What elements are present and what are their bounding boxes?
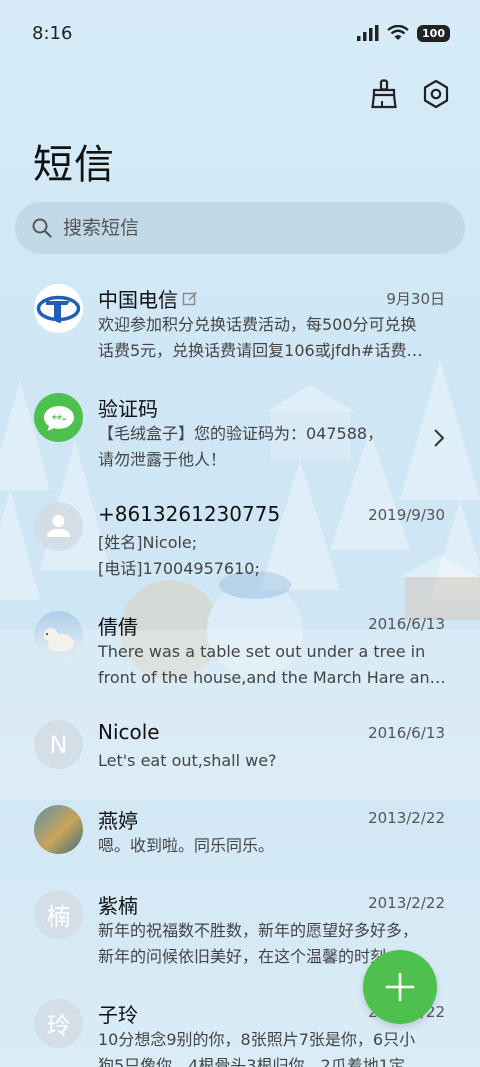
brush-icon xyxy=(371,79,397,109)
header-actions xyxy=(368,78,452,110)
new-message-button[interactable] xyxy=(363,950,437,1024)
search-bar[interactable] xyxy=(15,202,465,254)
contact-name-text: +8613261230775 xyxy=(98,502,281,526)
contact-name-text: 子玲 xyxy=(98,1003,138,1027)
svg-text:**-: **- xyxy=(51,414,66,425)
contact-name: 子玲 xyxy=(98,999,138,1028)
preview-line: 欢迎参加积分兑换话费活动，每500分可兑换 xyxy=(98,315,417,334)
status-bar: 8:16 100 xyxy=(0,0,480,66)
letter-avatar: 玲 xyxy=(34,999,83,1048)
preview-line: 话费5元，兑换话费请回复106或jfdh#话费… xyxy=(98,341,423,360)
message-preview: 【毛绒盒子】您的验证码为：047588， 请勿泄露于他人！ xyxy=(98,421,448,473)
landscape-photo xyxy=(34,805,83,854)
message-preview: [姓名]Nicole; [电话]17004957610; xyxy=(98,530,448,582)
contact-name-text: 燕婷 xyxy=(98,809,138,833)
plus-icon xyxy=(385,972,415,1002)
search-input[interactable] xyxy=(63,217,443,239)
message-preview: There was a table set out under a tree i… xyxy=(98,639,448,691)
contact-name: 验证码 xyxy=(98,393,158,422)
status-time: 8:16 xyxy=(32,22,73,44)
contact-name-text: 倩倩 xyxy=(98,615,138,639)
contact-name: Nicole xyxy=(98,720,160,744)
settings-hexagon-icon xyxy=(423,79,449,109)
letter-avatar: 楠 xyxy=(34,890,83,939)
preview-line: [姓名]Nicole; xyxy=(98,533,198,552)
preview-line: 请勿泄露于他人！ xyxy=(98,450,227,469)
battery-indicator: 100 xyxy=(417,24,450,42)
message-date: 2013/2/22 xyxy=(368,809,445,827)
preview-line: 狗5只像你，4根骨头3根归你，2爪着地1定… xyxy=(98,1056,421,1067)
message-date: 2016/6/13 xyxy=(368,724,445,742)
contact-name-text: Nicole xyxy=(98,720,160,744)
status-icons: 100 xyxy=(357,24,450,42)
china-telecom-logo xyxy=(34,284,83,333)
preview-line: 【毛绒盒子】您的验证码为：047588， xyxy=(98,424,384,443)
contact-name: 紫楠 xyxy=(98,890,138,919)
message-date: 2016/6/13 xyxy=(368,615,445,633)
conversation-row[interactable]: **- 验证码 【毛绒盒子】您的验证码为：047588， 请勿泄露于他人！ xyxy=(0,377,480,486)
contact-name-text: 验证码 xyxy=(98,397,158,421)
contact-name: 倩倩 xyxy=(98,611,138,640)
settings-button[interactable] xyxy=(420,78,452,110)
page-title: 短信 xyxy=(33,142,115,188)
signal-icon xyxy=(357,25,379,41)
conversation-row[interactable]: 中国电信 9月30日 欢迎参加积分兑换话费活动，每500分可兑换 话费5元，兑换… xyxy=(0,268,480,377)
conversation-row[interactable]: 倩倩 2016/6/13 There was a table set out u… xyxy=(0,595,480,704)
message-date: 2013/2/22 xyxy=(368,894,445,912)
message-date: 2019/9/30 xyxy=(368,506,445,524)
wifi-icon xyxy=(387,25,409,40)
preview-line: There was a table set out under a tree i… xyxy=(98,642,426,661)
conversation-row[interactable]: N Nicole 2016/6/13 Let's eat out,shall w… xyxy=(0,704,480,789)
preview-line: front of the house,and the March Hare an… xyxy=(98,668,446,687)
preview-line: 嗯。收到啦。同乐同乐。 xyxy=(98,836,275,855)
polar-bear-photo xyxy=(34,611,83,660)
preview-line: 新年的祝福数不胜数，新年的愿望好多好多， xyxy=(98,921,419,940)
person-icon xyxy=(34,502,83,551)
contact-name-text: 紫楠 xyxy=(98,894,138,918)
contact-name: 燕婷 xyxy=(98,805,138,834)
search-icon xyxy=(32,218,52,238)
preview-line: 10分想念9别的你，8张照片7张是你，6只小 xyxy=(98,1030,416,1049)
message-bubble-icon: **- xyxy=(34,393,83,442)
edit-icon xyxy=(182,291,197,305)
clean-brush-button[interactable] xyxy=(368,78,400,110)
message-date: 9月30日 xyxy=(386,290,445,308)
conversation-row[interactable]: +8613261230775 2019/9/30 [姓名]Nicole; [电话… xyxy=(0,486,480,595)
conversation-list: 中国电信 9月30日 欢迎参加积分兑换话费活动，每500分可兑换 话费5元，兑换… xyxy=(0,268,480,1067)
contact-name-text: 中国电信 xyxy=(98,288,178,312)
contact-name: 中国电信 xyxy=(98,284,198,313)
conversation-row[interactable]: 燕婷 2013/2/22 嗯。收到啦。同乐同乐。 xyxy=(0,789,480,874)
contact-name: +8613261230775 xyxy=(98,502,280,526)
message-preview: 嗯。收到啦。同乐同乐。 xyxy=(98,833,448,859)
preview-line: [电话]17004957610; xyxy=(98,559,260,578)
preview-line: Let's eat out,shall we? xyxy=(98,751,277,770)
message-preview: 欢迎参加积分兑换话费活动，每500分可兑换 话费5元，兑换话费请回复106或jf… xyxy=(98,312,448,364)
letter-avatar: N xyxy=(34,720,83,769)
chevron-right-icon[interactable] xyxy=(432,427,446,449)
message-preview: 10分想念9别的你，8张照片7张是你，6只小 狗5只像你，4根骨头3根归你，2爪… xyxy=(98,1027,448,1067)
message-preview: Let's eat out,shall we? xyxy=(98,748,448,774)
